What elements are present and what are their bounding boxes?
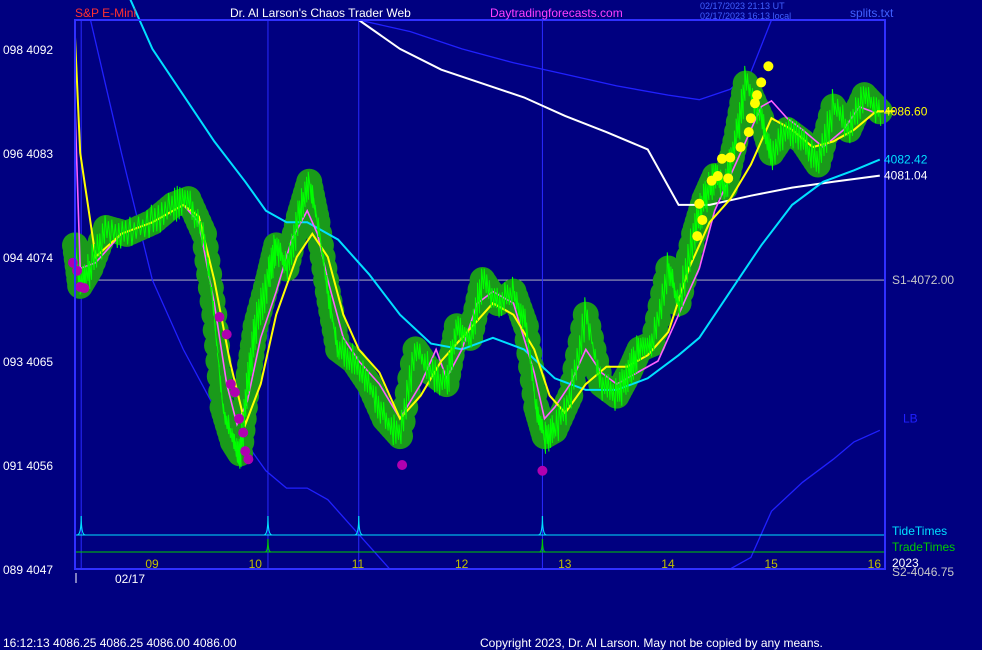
y-tick-label-3: 094 4074 <box>3 251 53 265</box>
y-tick-label-2: 096 4083 <box>3 147 53 161</box>
timestamp-utc: 02/17/2023 21:13 UT <box>700 1 785 11</box>
high-marker-2 <box>694 198 705 209</box>
right-value-label-1: 4086.60 <box>884 104 928 118</box>
low-marker-8 <box>229 387 240 398</box>
x-tick-label-1: 09 <box>145 557 159 571</box>
low-marker-6 <box>221 329 232 340</box>
timestamp-local: 02/17/2023 16:13 local <box>700 11 792 21</box>
legend-label-3: 2023 <box>892 556 919 570</box>
low-marker-13 <box>397 459 408 470</box>
chart-canvas: S1-4072.00S2-4046.75TideTimesTradeTimes2… <box>0 0 982 650</box>
low-marker-2 <box>72 265 83 276</box>
legend-label-2: TradeTimes <box>892 540 955 554</box>
y-tick-label-5: 091 4056 <box>3 459 53 473</box>
site-title: Dr. Al Larson's Chaos Trader Web <box>230 6 411 20</box>
copyright-notice: Copyright 2023, Dr. Al Larson. May not b… <box>480 636 823 650</box>
high-marker-7 <box>723 173 734 184</box>
low-marker-9 <box>234 413 245 424</box>
site-url-link[interactable]: Daytradingforecasts.com <box>490 6 623 20</box>
x-tick-label-5: 13 <box>558 557 572 571</box>
high-marker-10 <box>743 127 754 138</box>
y-tick-label-4: 093 4065 <box>3 355 53 369</box>
data-file-name: splits.txt <box>850 6 894 20</box>
x-tick-label-2: 10 <box>249 557 263 571</box>
low-marker-5 <box>214 312 225 323</box>
high-marker-1 <box>692 231 703 242</box>
low-marker-4 <box>79 283 90 294</box>
x-tick-label-4: 12 <box>455 557 469 571</box>
quote-line: 16:12:13 4086.25 4086.25 4086.00 4086.00 <box>3 636 237 650</box>
date-label: 02/17 <box>115 572 145 586</box>
symbol-title: S&P E-Mini <box>75 6 137 20</box>
high-marker-8 <box>725 152 736 163</box>
low-marker-12 <box>243 454 254 465</box>
high-marker-9 <box>735 142 746 153</box>
low-marker-10 <box>238 427 249 438</box>
x-tick-label-7: 15 <box>764 557 778 571</box>
y-tick-label-1: 098 4092 <box>3 43 53 57</box>
x-tick-label-3: 11 <box>352 557 365 571</box>
high-marker-3 <box>697 214 708 225</box>
right-value-label-4: LB <box>903 412 918 426</box>
right-value-label-2: 4082.42 <box>884 153 928 167</box>
legend-label-1: TideTimes <box>892 524 947 538</box>
high-marker-14 <box>756 77 767 88</box>
high-marker-5 <box>712 171 723 182</box>
x-tick-label-8: 16 <box>868 557 882 571</box>
right-value-label-3: 4081.04 <box>884 169 928 183</box>
high-marker-15 <box>763 61 774 72</box>
high-marker-13 <box>752 90 763 101</box>
low-marker-14 <box>537 465 548 476</box>
high-marker-11 <box>745 113 756 124</box>
y-tick-label-6: 089 4047 <box>3 563 53 577</box>
x-tick-label-6: 14 <box>661 557 675 571</box>
level-label-1: S1-4072.00 <box>892 273 954 287</box>
